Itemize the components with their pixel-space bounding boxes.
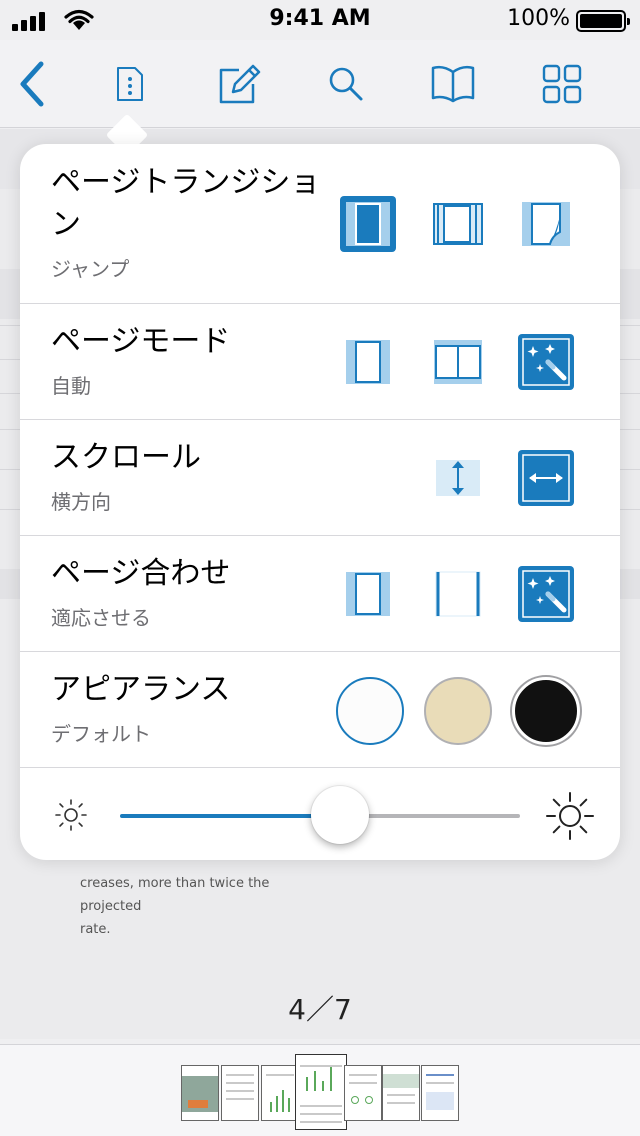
transition-curl-option[interactable] [518,196,574,252]
brightness-slider-row [20,768,620,860]
thumbnail-strip [0,1044,640,1136]
book-icon [431,65,475,103]
slide-transition-icon [433,203,483,245]
appearance-night-swatch[interactable] [512,677,580,745]
row-subtitle: ジャンプ [51,257,130,281]
battery-percent: 100% [507,6,570,31]
transition-slide-option[interactable] [430,196,486,252]
brightness-slider-knob[interactable] [311,786,369,844]
fit-page-option[interactable] [340,566,396,622]
page-fit-row: ページ合わせ 適応させる [20,536,620,652]
page-thumbnail[interactable] [261,1065,299,1121]
page-thumbnail[interactable] [181,1065,219,1121]
double-page-icon [434,340,482,384]
magic-wand-icon [518,334,574,390]
page-indicator: 4／7 [288,993,352,1026]
toolbar [0,40,640,128]
fit-adaptive-option[interactable] [518,566,574,622]
brightness-track-filled [120,814,340,818]
fit-width-icon [435,571,481,617]
vertical-scroll-icon [436,460,480,496]
row-subtitle: 自動 [51,374,91,398]
document-text: creases, more than twice the projected r… [80,872,320,941]
status-bar: 9:41 AM 100% [0,0,640,40]
page-thumbnail[interactable] [221,1065,259,1121]
search-button[interactable] [316,56,376,112]
edit-button[interactable] [210,56,270,112]
magic-wand-icon [518,566,574,622]
row-title: アピアランス [51,672,231,707]
page-mode-row: ページモード 自動 [20,304,620,420]
page-mode-single-option[interactable] [340,334,396,390]
page-thumbnail[interactable] [344,1065,382,1121]
battery-icon [576,10,630,32]
page-mode-auto-option[interactable] [518,334,574,390]
row-title: ページモード [51,324,231,359]
fit-width-option[interactable] [430,566,486,622]
appearance-white-swatch[interactable] [336,677,404,745]
brightness-low-icon [55,799,87,831]
scroll-direction-row: スクロール 横方向 [20,420,620,536]
jump-transition-icon [340,196,396,252]
transition-jump-option[interactable] [340,196,396,252]
page-thumbnail[interactable] [382,1065,420,1121]
row-subtitle: 適応させる [51,606,151,630]
page-transition-row: ページトランジション ジャンプ [20,144,620,304]
thumbnails-grid-button[interactable] [532,56,592,112]
bookmarks-button[interactable] [423,56,483,112]
view-settings-popover: ページトランジション ジャンプ ページモード 自動 スクロール 横方向 ページ合… [20,144,620,860]
document-text-line: rate. [80,922,111,937]
single-page-icon [346,340,390,384]
edit-icon [219,64,261,104]
row-title: ページ合わせ [51,556,231,591]
scroll-vertical-option[interactable] [430,450,486,506]
page-curl-icon [522,202,570,246]
row-subtitle: 横方向 [51,490,111,514]
row-title: スクロール [51,440,201,475]
back-icon [20,61,44,107]
document-menu-icon [117,67,143,101]
page-thumbnail[interactable] [421,1065,459,1121]
scroll-horizontal-option[interactable] [518,450,574,506]
document-text-line: creases, more than twice the projected [80,876,270,914]
appearance-sepia-swatch[interactable] [424,677,492,745]
page-mode-double-option[interactable] [430,334,486,390]
appearance-row: アピアランス デフォルト [20,652,620,768]
page-thumbnail-current[interactable] [295,1054,347,1130]
row-title: ページトランジション [51,165,321,242]
search-icon [329,67,363,101]
brightness-high-icon [546,792,594,840]
grid-icon [542,64,582,104]
row-subtitle: デフォルト [51,722,151,746]
horizontal-scroll-icon [518,450,574,506]
document-menu-button[interactable] [100,56,160,112]
back-button[interactable] [2,56,62,112]
fit-page-icon [346,572,390,616]
